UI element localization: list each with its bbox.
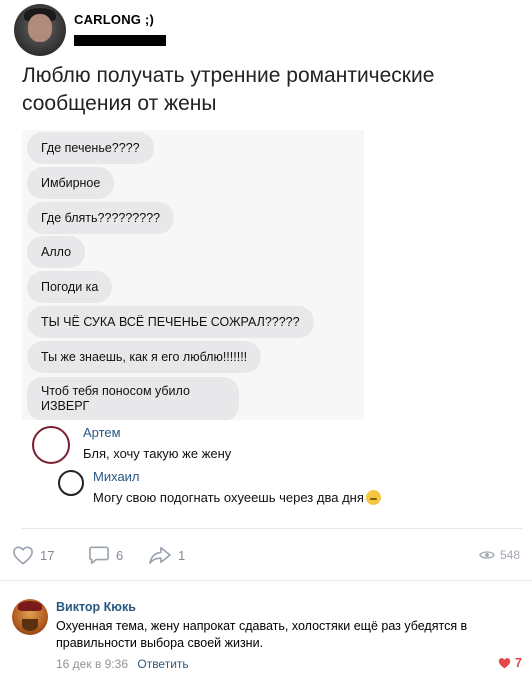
post-actions: 17 6 1 548 [12, 543, 524, 567]
avatar-beard [22, 619, 38, 631]
share-button[interactable]: 1 [148, 543, 185, 567]
chat-message: ТЫ ЧЁ СУКА ВСЁ ПЕЧЕНЬЕ СОЖРАЛ????? [27, 306, 314, 338]
redacted-bar [74, 35, 166, 46]
divider [0, 580, 532, 581]
divider [22, 528, 522, 529]
comment-count: 6 [116, 547, 124, 563]
speech-bubble-icon [89, 546, 109, 564]
avatar-hat [18, 601, 42, 611]
chat-message: Чтоб тебя поносом убило ИЗВЕРГ [27, 377, 239, 420]
like-count: 17 [40, 547, 55, 563]
share-arrow-icon [149, 546, 171, 564]
reply-text: Бля, хочу такую же жену [83, 446, 232, 461]
reply-button[interactable]: Ответить [137, 657, 188, 671]
author-avatar[interactable] [14, 4, 66, 56]
reply-avatar[interactable] [32, 426, 70, 464]
post-header: CARLONG ;) [14, 4, 514, 56]
commenter-avatar[interactable] [12, 599, 48, 635]
chat-message: Имбирное [27, 167, 115, 199]
like-button[interactable]: 17 [12, 543, 54, 567]
reply-avatar[interactable] [58, 470, 84, 496]
smirk-emoji-icon [365, 490, 381, 505]
post-text: Люблю получать утренние романтические со… [22, 64, 435, 115]
views-counter: 548 [479, 543, 520, 567]
reply-text: Могу свою подогнать охуеешь через два дн… [93, 490, 381, 505]
comment-text: Охуенная тема, жену напрокат сдавать, хо… [56, 619, 468, 650]
comment-meta: 16 дек в 9:36 Ответить [56, 657, 189, 671]
chat-message: Погоди ка [27, 271, 113, 303]
chat-screenshot[interactable]: Где печенье???? Имбирное Где блять??????… [22, 130, 364, 420]
chat-message: Где печенье???? [27, 132, 154, 164]
chat-message: Ты же знаешь, как я его люблю!!!!!!! [27, 341, 262, 373]
author-name[interactable]: CARLONG ;) [74, 12, 154, 27]
heart-outline-icon [13, 546, 33, 565]
comment-date[interactable]: 16 дек в 9:36 [56, 657, 128, 671]
eye-icon [479, 551, 495, 559]
heart-filled-icon [498, 658, 511, 669]
chat-message: Алло [27, 236, 86, 268]
comment: Виктор Кюкь Охуенная тема, жену напрокат… [12, 597, 524, 677]
commenter-name[interactable]: Виктор Кюкь [56, 600, 136, 614]
reply-author[interactable]: Михаил [93, 469, 140, 484]
avatar-face [28, 14, 52, 42]
comment-like-count: 7 [515, 656, 522, 670]
reply-author[interactable]: Артем [83, 425, 121, 440]
reply-text-content: Могу свою подогнать охуеешь через два дн… [93, 490, 364, 505]
views-count: 548 [499, 548, 520, 562]
comment-button[interactable]: 6 [88, 543, 123, 567]
chat-message: Где блять????????? [27, 202, 175, 234]
comment-like-button[interactable]: 7 [498, 656, 522, 670]
share-count: 1 [178, 547, 186, 563]
